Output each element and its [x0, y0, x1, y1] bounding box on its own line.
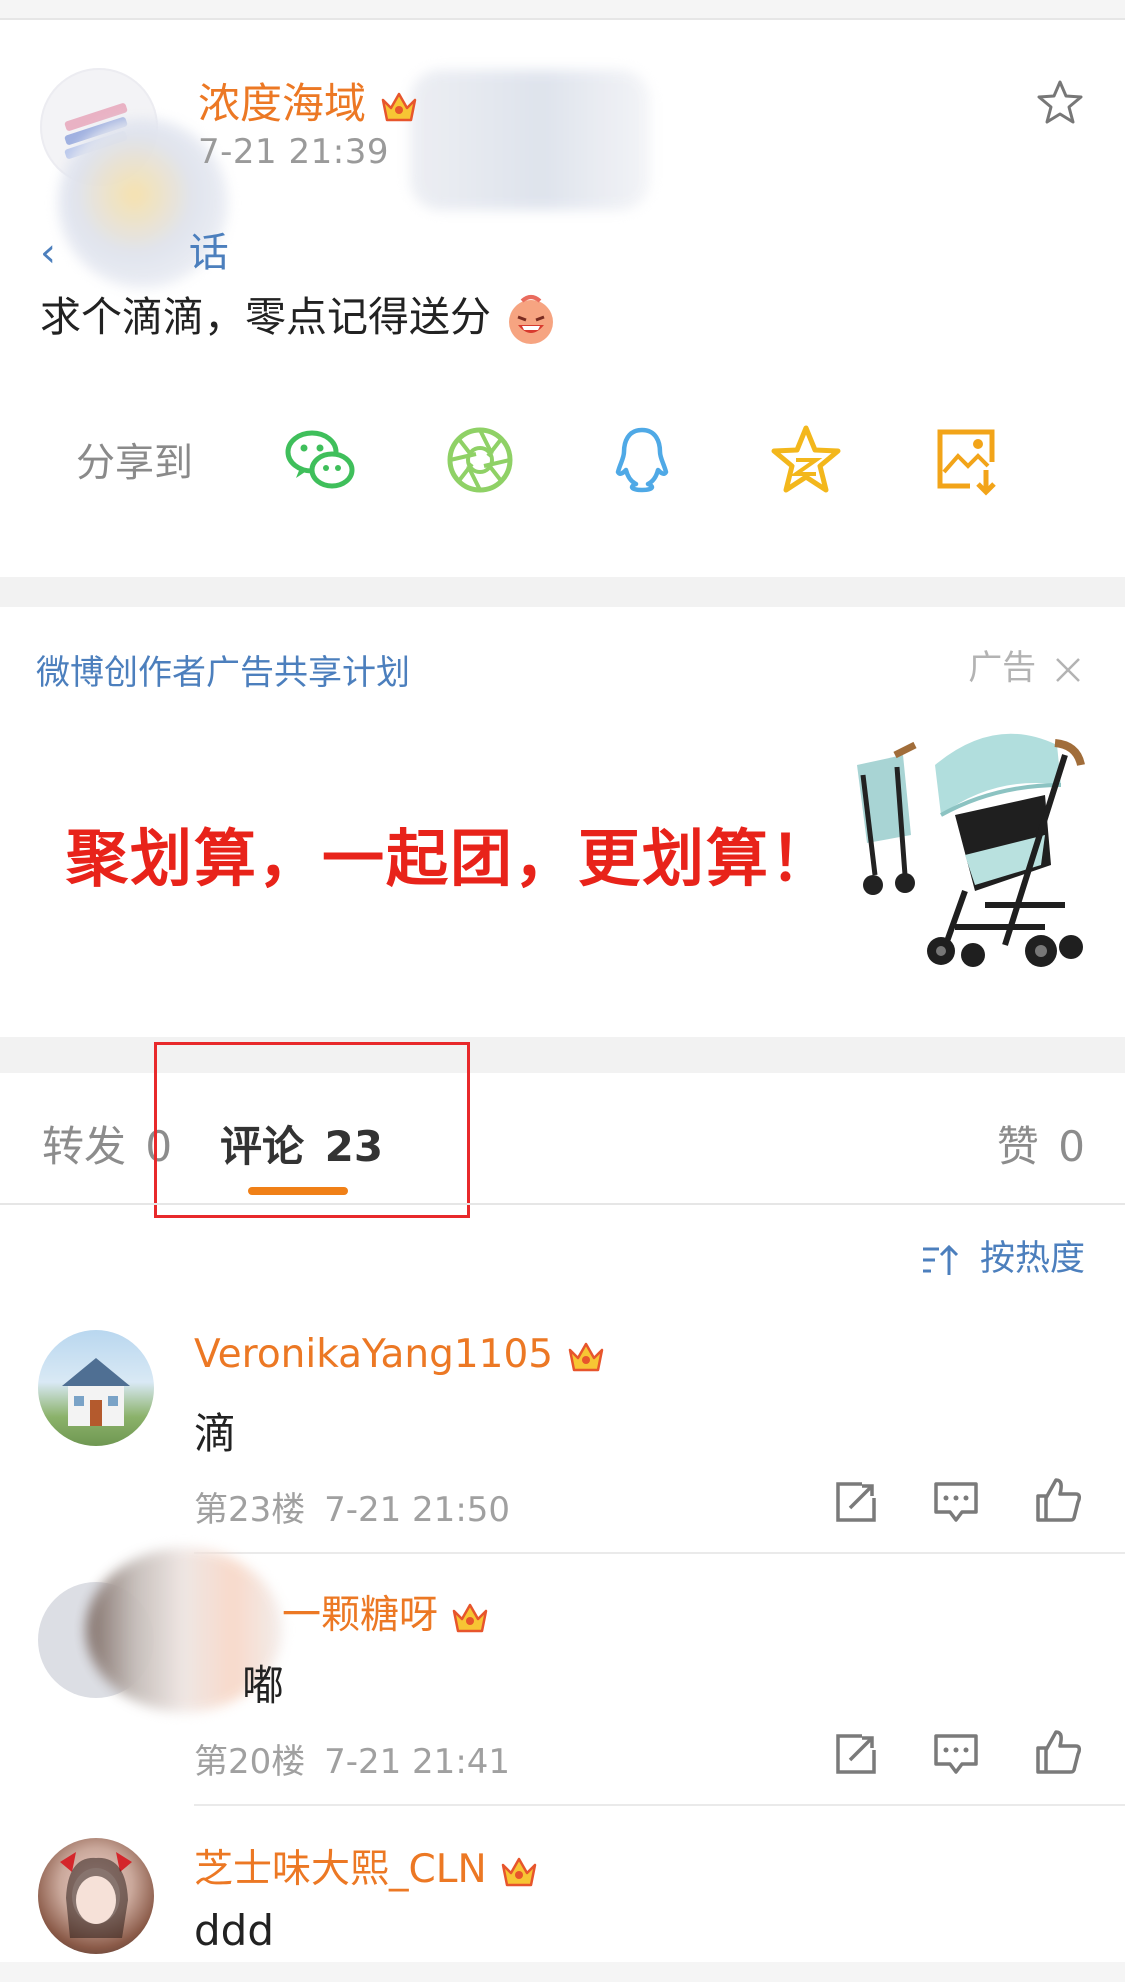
like-icon[interactable] — [1034, 1476, 1082, 1524]
tab-repost-label: 转发 — [42, 1122, 127, 1171]
like-icon[interactable] — [1034, 1728, 1082, 1776]
stroller-image[interactable] — [845, 715, 1085, 975]
post-text: 求个滴滴，零点记得送分 — [40, 293, 491, 341]
top-strip — [0, 0, 1125, 18]
tab-likes[interactable]: 赞 0 — [997, 1113, 1085, 1174]
comment-user-name: 芝士味大熙_CLN — [194, 1847, 487, 1892]
tab-likes-count: 0 — [1058, 1122, 1085, 1171]
tab-repost[interactable]: 转发 0 — [42, 1113, 172, 1174]
ad-program-link[interactable]: 微博创作者广告共享计划 — [36, 645, 410, 694]
tab-likes-label: 赞 — [996, 1122, 1039, 1171]
star-outline-icon[interactable] — [1035, 78, 1085, 128]
reply-icon[interactable] — [932, 1730, 980, 1778]
comment-divider — [194, 1804, 1125, 1806]
comment-avatar[interactable] — [38, 1838, 154, 1954]
comment-user[interactable]: 芝士味大熙_CLN — [194, 1838, 539, 1894]
vip-crown-icon — [453, 1603, 488, 1632]
section-gap — [0, 577, 1125, 607]
bottom-strip — [0, 1962, 1125, 1982]
comment-text: ddd — [194, 1906, 274, 1955]
ad-headline[interactable]: 聚划算，一起团，更划算！ — [66, 808, 834, 898]
highlight-box — [154, 1042, 470, 1218]
close-icon[interactable] — [1053, 655, 1083, 685]
vip-crown-icon — [501, 1857, 537, 1886]
author-name[interactable]: 浓度海域 — [198, 79, 366, 128]
comment-text: 嘟 — [242, 1661, 285, 1710]
comment-time: 7-21 21:41 — [324, 1742, 511, 1782]
repost-icon[interactable] — [832, 1478, 880, 1526]
qq-icon[interactable] — [602, 420, 682, 500]
comment-floor: 第23楼 — [194, 1490, 306, 1530]
sort-button[interactable]: 按热度 — [921, 1230, 1085, 1281]
chevron-left-icon: ‹ — [40, 230, 56, 276]
comment-avatar[interactable] — [38, 1330, 154, 1446]
laughing-face-emoji — [509, 295, 554, 344]
ad-tag: 广告 — [968, 640, 1083, 689]
reply-icon[interactable] — [932, 1478, 980, 1526]
comment-text: 滴 — [194, 1409, 237, 1458]
share-label: 分享到 — [76, 441, 194, 486]
topic-text: 话 — [188, 230, 229, 276]
tabs-divider — [0, 1203, 1125, 1205]
sort-icon — [922, 1244, 958, 1275]
ad-tag-label: 广告 — [968, 648, 1037, 688]
comment-user-name: 一颗糖呀 — [282, 1593, 439, 1638]
qzone-icon[interactable] — [766, 420, 846, 500]
comment-time: 7-21 21:50 — [324, 1490, 511, 1530]
repost-icon[interactable] — [832, 1730, 880, 1778]
topic-link[interactable]: ‹ 话 — [40, 220, 229, 278]
wechat-icon[interactable] — [280, 420, 360, 500]
comment-user-name: VeronikaYang1105 — [194, 1332, 554, 1377]
author-name-row: 浓度海域 — [198, 70, 419, 131]
comment-floor: 第20楼 — [194, 1742, 306, 1782]
sort-label: 按热度 — [979, 1239, 1085, 1279]
comment-meta: 第20楼 7-21 21:41 — [194, 1734, 510, 1783]
blurred-overlay — [410, 70, 650, 210]
comment-divider — [194, 1552, 1125, 1554]
vip-crown-icon — [568, 1342, 603, 1371]
post-body: 求个滴滴，零点记得送分 — [40, 283, 558, 347]
comment-user[interactable]: 一颗糖呀 — [282, 1584, 490, 1640]
post-time: 7-21 21:39 — [198, 132, 389, 172]
comment-meta: 第23楼 7-21 21:50 — [194, 1482, 510, 1531]
comment-user[interactable]: VeronikaYang1105 — [194, 1332, 606, 1377]
save-image-icon[interactable] — [928, 420, 1008, 500]
top-divider — [0, 18, 1125, 20]
vip-crown-icon — [382, 92, 417, 121]
moments-icon[interactable] — [440, 420, 520, 500]
